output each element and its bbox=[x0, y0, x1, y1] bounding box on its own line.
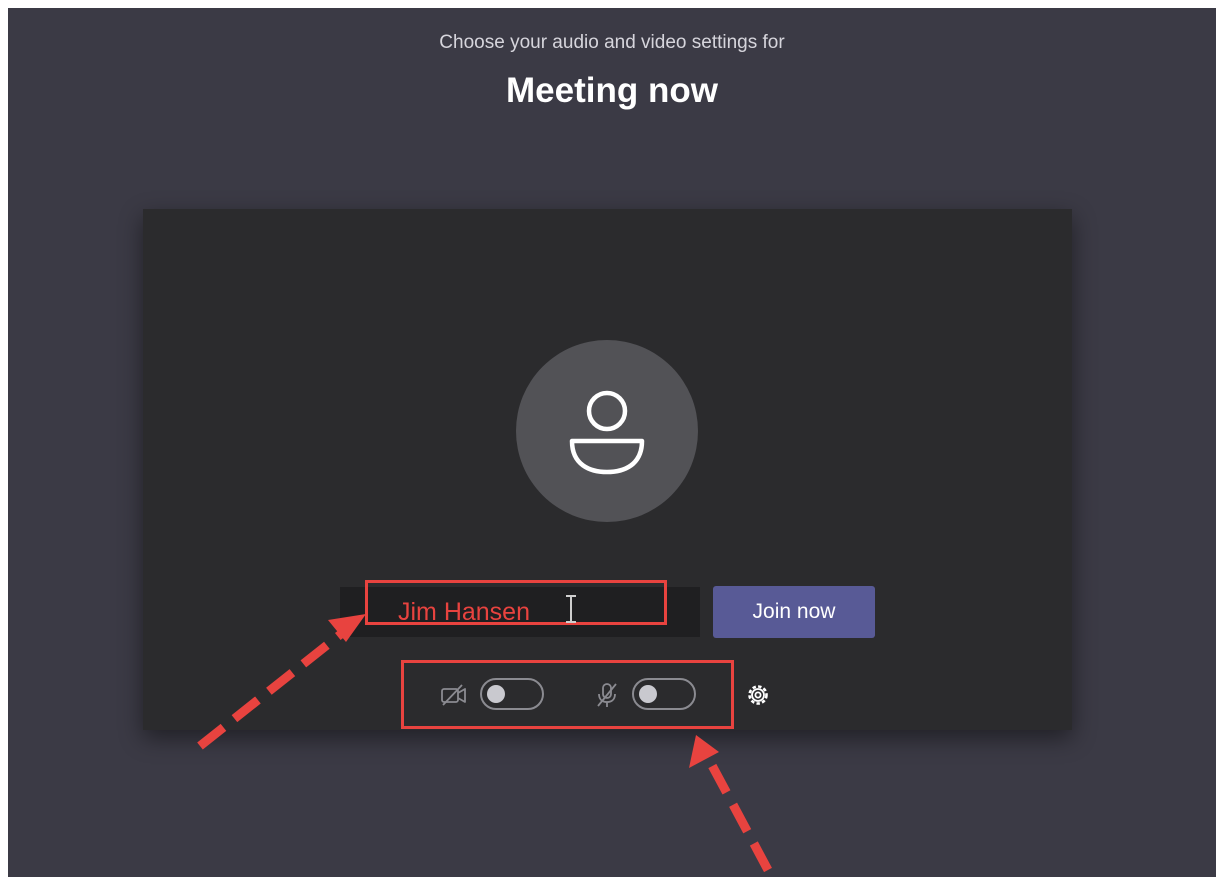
pre-join-screen: Choose your audio and video settings for… bbox=[8, 8, 1216, 877]
annotation-arrows bbox=[197, 614, 772, 873]
